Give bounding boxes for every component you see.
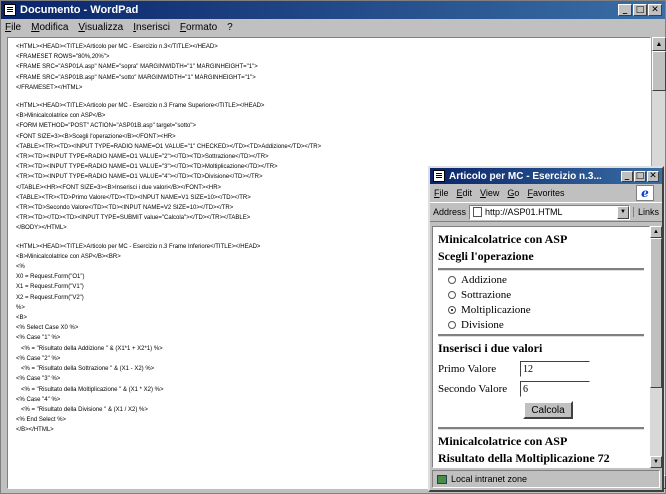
values-heading: Inserisci i due valori xyxy=(438,341,543,355)
radio-sottrazione[interactable]: Sottrazione xyxy=(448,289,644,301)
first-value-label: Primo Valore xyxy=(438,363,497,375)
ie-minimize-button[interactable]: _ xyxy=(621,170,633,182)
divider xyxy=(438,334,644,337)
ie-page-icon xyxy=(433,170,445,182)
result-text: Risultato della Moltiplicazione 72 xyxy=(438,451,610,465)
code-line: <FRAME SRC="ASP01A.asp" NAME="sopra" MAR… xyxy=(16,64,258,71)
code-line: <FRAME SRC="ASP01B.asp" NAME="sotto" MAR… xyxy=(16,74,256,81)
ie-window: Articolo per MC - Esercizio n.3... _ □ ✕… xyxy=(428,166,664,492)
ie-maximize-button[interactable]: □ xyxy=(634,170,646,182)
radio-label: Divisione xyxy=(461,319,504,331)
calcola-button[interactable]: Calcola xyxy=(523,401,573,419)
ie-scroll-thumb[interactable] xyxy=(650,238,662,388)
links-button[interactable]: Links xyxy=(632,207,659,217)
ie-menu-file[interactable]: File xyxy=(434,188,449,198)
second-value-label: Secondo Valore xyxy=(438,383,508,395)
radio-icon[interactable] xyxy=(448,321,456,329)
frame-divider xyxy=(438,427,644,430)
minimize-button[interactable]: _ xyxy=(618,4,632,16)
radio-label: Moltiplicazione xyxy=(461,304,531,316)
address-label: Address xyxy=(433,207,467,217)
first-value-row: Primo Valore xyxy=(438,361,644,377)
address-value: http://ASP01.HTML xyxy=(485,207,563,217)
ie-menu-favorites[interactable]: Favorites xyxy=(527,188,564,198)
code-line: <FRAMESET ROWS="80%,20%"> xyxy=(16,54,110,61)
maximize-button[interactable]: □ xyxy=(633,4,647,16)
ie-menu-view[interactable]: View xyxy=(480,188,499,198)
ie-menu-edit[interactable]: Edit xyxy=(457,188,473,198)
code-line: </FRAMESET></HTML> xyxy=(16,84,83,91)
wordpad-titlebar: Documento - WordPad _ □ ✕ xyxy=(1,1,665,19)
menu-modifica[interactable]: Modifica xyxy=(31,22,68,33)
ie-logo-icon: e xyxy=(636,185,654,201)
radio-label: Sottrazione xyxy=(461,289,512,301)
ie-status-bar: Local intranet zone xyxy=(432,470,660,488)
menu-file[interactable]: File xyxy=(5,22,21,33)
code-line: <HTML><HEAD><TITLE>Articolo per MC - Ese… xyxy=(16,44,218,50)
radio-divisione[interactable]: Divisione xyxy=(448,319,644,331)
divider xyxy=(438,268,644,271)
code-line: <FORM METHOD="POST" ACTION="ASP01B.asp" … xyxy=(16,123,197,130)
address-dropdown-icon[interactable]: ▼ xyxy=(616,205,629,219)
code-line: <TR><TD><INPUT TYPE=RADIO NAME=O1 VALUE=… xyxy=(16,154,269,161)
ie-menu-go[interactable]: Go xyxy=(507,188,519,198)
radio-icon[interactable] xyxy=(448,276,456,284)
page-icon xyxy=(473,207,483,217)
ie-close-button[interactable]: ✕ xyxy=(647,170,659,182)
result-heading: Minicalcolatrice con ASP xyxy=(438,434,568,448)
menu-inserisci[interactable]: Inserisci xyxy=(133,22,170,33)
menu-visualizza[interactable]: Visualizza xyxy=(78,22,123,33)
address-input[interactable]: http://ASP01.HTML ▼ xyxy=(469,204,630,220)
code-line: <TABLE><TR><TD><INPUT TYPE=RADIO NAME=O1… xyxy=(16,143,322,150)
menu-formato[interactable]: Formato xyxy=(180,22,217,33)
menu-help[interactable]: ? xyxy=(227,22,233,33)
block-gap xyxy=(16,93,642,101)
radio-icon[interactable] xyxy=(448,291,456,299)
first-value-input[interactable] xyxy=(520,361,590,377)
wordpad-document-icon xyxy=(4,4,16,16)
radio-checked-icon[interactable] xyxy=(448,306,456,314)
wordpad-menubar: File Modifica Visualizza Inserisci Forma… xyxy=(1,19,665,35)
radio-moltiplicazione[interactable]: Moltiplicazione xyxy=(448,304,644,316)
address-bar: Address http://ASP01.HTML ▼ Links xyxy=(430,202,662,222)
code-line: <HTML><HEAD><TITLE>Articolo per MC - Ese… xyxy=(16,103,265,110)
ie-titlebar: Articolo per MC - Esercizio n.3... _ □ ✕ xyxy=(430,168,662,184)
status-text: Local intranet zone xyxy=(451,474,528,484)
ie-page: Minicalcolatrice con ASP Scegli l'operaz… xyxy=(432,226,650,468)
ie-menubar: File Edit View Go Favorites e xyxy=(430,184,662,202)
scroll-up-arrow-icon[interactable]: ▲ xyxy=(652,37,666,51)
code-line: <B>Minicalcolatrice con ASP</B> xyxy=(16,113,106,120)
close-button[interactable]: ✕ xyxy=(648,4,662,16)
wordpad-title: Documento - WordPad xyxy=(20,4,139,16)
radio-addizione[interactable]: Addizione xyxy=(448,274,644,286)
ie-title: Articolo per MC - Esercizio n.3... xyxy=(449,170,602,182)
second-value-input[interactable] xyxy=(520,381,590,397)
ie-scroll-up-arrow-icon[interactable]: ▲ xyxy=(650,226,662,238)
intranet-zone-icon xyxy=(437,474,447,484)
ie-scroll-down-arrow-icon[interactable]: ▼ xyxy=(650,456,662,468)
code-line: <FONT SIZE=3><B>Scegli l'operazione</B><… xyxy=(16,133,176,140)
second-value-row: Secondo Valore xyxy=(438,381,644,397)
scroll-thumb[interactable] xyxy=(652,51,666,91)
ie-scrollbar[interactable]: ▲ ▼ xyxy=(650,226,662,468)
radio-label: Addizione xyxy=(461,274,507,286)
calc-heading: Minicalcolatrice con ASP xyxy=(438,232,568,246)
operation-heading: Scegli l'operazione xyxy=(438,249,534,263)
